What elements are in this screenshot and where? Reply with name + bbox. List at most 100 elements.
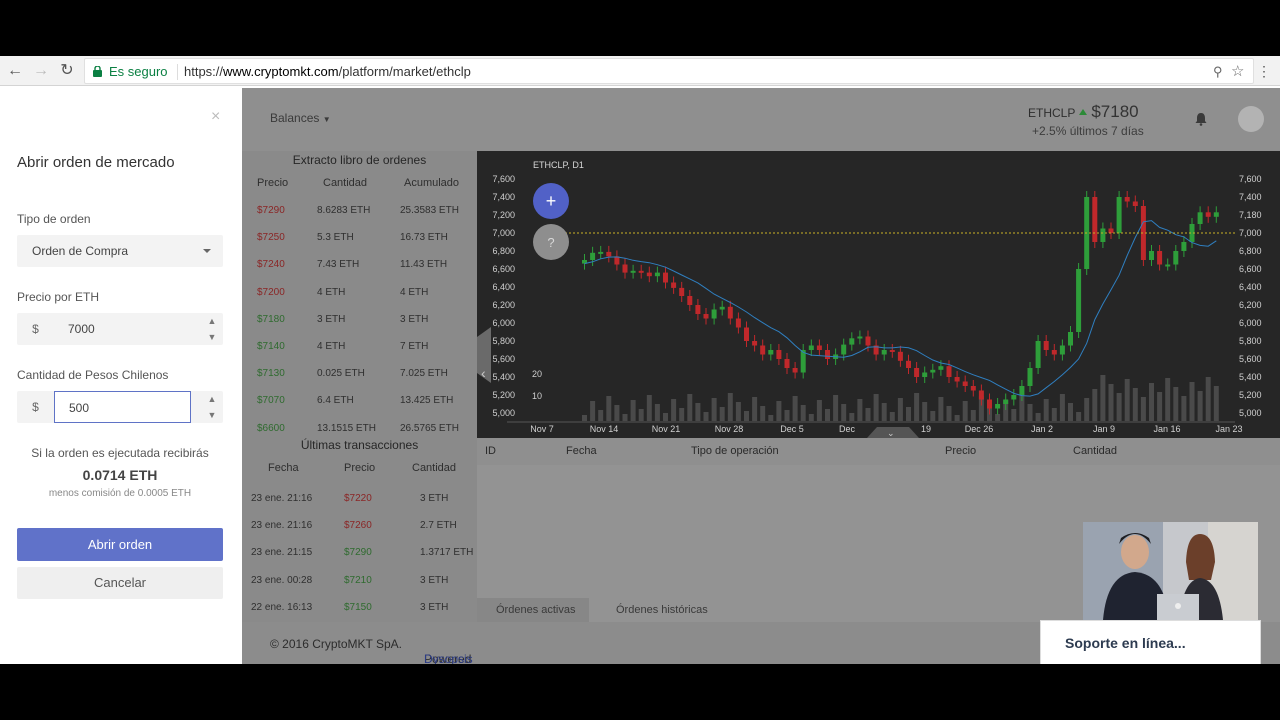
order-book-row[interactable]: $7250 5.3 ETH 16.73 ETH xyxy=(242,224,477,251)
order-type-value: Orden de Compra xyxy=(32,244,129,258)
order-book-row[interactable]: $7140 4 ETH 7 ETH xyxy=(242,333,477,360)
price-label: Precio por ETH xyxy=(17,290,100,304)
order-book-cell-acc: 16.73 ETH xyxy=(400,232,448,244)
chevron-down-icon: ▼ xyxy=(322,115,331,124)
volume-bar xyxy=(1124,379,1130,421)
right-tick-label: 7,180 xyxy=(1239,210,1262,220)
open-order-button[interactable]: Abrir orden xyxy=(17,528,223,561)
volume-bar xyxy=(970,410,976,421)
trades-header-price: Precio xyxy=(344,462,376,474)
copyright: © 2016 CryptoMKT SpA. xyxy=(270,637,403,651)
volume-bar xyxy=(614,405,620,421)
candle xyxy=(646,272,652,277)
volume-bar xyxy=(995,414,1001,421)
volume-bar xyxy=(1027,404,1033,421)
order-book-row[interactable]: $7130 0.025 ETH 7.025 ETH xyxy=(242,360,477,387)
support-video-thumbnail[interactable] xyxy=(1083,522,1258,620)
volume-bar xyxy=(889,412,895,421)
amount-input[interactable]: 500 xyxy=(54,391,191,423)
price-stepper[interactable]: ▲ ▼ xyxy=(201,313,223,345)
volume-bar xyxy=(808,414,814,421)
volume-bar xyxy=(906,407,911,421)
volume-bar xyxy=(687,394,693,421)
video-people-image xyxy=(1083,522,1258,620)
y-tick-label: 6,800 xyxy=(492,246,515,256)
menu-icon[interactable]: ⋮ xyxy=(1254,61,1274,81)
order-book-cell-acc: 4 ETH xyxy=(400,286,429,298)
close-icon[interactable]: × xyxy=(211,108,220,126)
reload-icon[interactable]: ↻ xyxy=(57,61,77,81)
amount-stepper[interactable]: ▲ ▼ xyxy=(201,391,223,423)
panel-title: Abrir orden de mercado xyxy=(17,154,175,171)
candle xyxy=(752,341,758,346)
address-bar[interactable]: Es seguro https://www.cryptomkt.com/plat… xyxy=(84,58,1254,84)
trade-row: 22 ene. 16:13 $7150 3 ETH xyxy=(242,594,477,621)
trade-cell-qty: 3 ETH xyxy=(420,601,449,613)
key-icon[interactable]: ⚲ xyxy=(1213,64,1223,80)
support-chat-button[interactable]: Soporte en línea... xyxy=(1040,620,1261,664)
order-book-header-price: Precio xyxy=(257,177,289,189)
bell-icon[interactable] xyxy=(1194,112,1208,126)
trade-cell-date: 22 ene. 16:13 xyxy=(251,601,313,613)
chevron-left-icon[interactable]: ‹ xyxy=(481,365,486,381)
order-book-row[interactable]: $7200 4 ETH 4 ETH xyxy=(242,279,477,306)
avatar[interactable] xyxy=(1238,106,1264,132)
order-book-row[interactable]: $7290 8.6283 ETH 25.3583 ETH xyxy=(242,197,477,224)
order-type-select[interactable]: Orden de Compra xyxy=(17,235,223,267)
candle xyxy=(784,359,790,368)
trades-header-qty: Cantidad xyxy=(412,462,457,474)
candle xyxy=(849,338,855,345)
trade-cell-price: $7220 xyxy=(344,493,372,504)
volume-bar xyxy=(1173,387,1179,421)
candle xyxy=(978,390,984,400)
candle xyxy=(768,350,774,355)
ticker: ETHCLP $7180 xyxy=(1028,102,1139,122)
right-tick-label: 5,600 xyxy=(1239,354,1262,364)
order-book-row[interactable]: $7180 3 ETH 3 ETH xyxy=(242,306,477,333)
order-book-cell-qty: 13.1515 ETH xyxy=(317,422,376,434)
price-currency-prefix: $ xyxy=(32,322,39,336)
powered-by-link[interactable]: Dysopsis xyxy=(424,652,473,664)
balances-dropdown[interactable]: Balances ▼ xyxy=(270,111,331,125)
order-book-row[interactable]: $7070 6.4 ETH 13.425 ETH xyxy=(242,387,477,414)
cancel-button[interactable]: Cancelar xyxy=(17,567,223,599)
trade-cell-price: $7290 xyxy=(344,547,372,559)
back-icon[interactable]: ← xyxy=(5,61,25,81)
tab-active-orders[interactable]: Órdenes activas xyxy=(496,604,575,616)
price-input[interactable]: 7000 xyxy=(54,313,191,345)
order-type-label: Tipo de orden xyxy=(17,212,91,226)
candle xyxy=(663,272,668,283)
order-book-cell-price: $6600 xyxy=(257,422,285,434)
bookmark-star-icon[interactable]: ☆ xyxy=(1231,62,1244,80)
forward-icon[interactable]: → xyxy=(31,61,51,81)
x-tick-label: Jan 16 xyxy=(1153,424,1180,434)
candle xyxy=(1197,212,1203,224)
chevron-down-icon[interactable]: ⌄ xyxy=(887,428,895,438)
order-book-cell-qty: 7.43 ETH xyxy=(317,259,360,271)
tab-historic-orders[interactable]: Órdenes históricas xyxy=(616,604,708,616)
volume-bar xyxy=(622,414,628,421)
right-tick-label: 6,800 xyxy=(1239,246,1262,256)
moving-average-line xyxy=(584,220,1217,397)
candle xyxy=(970,386,976,391)
candle xyxy=(719,306,725,310)
volume-bar xyxy=(1092,389,1098,421)
volume-tick-label: 10 xyxy=(532,391,542,401)
volume-bar xyxy=(1140,397,1146,421)
volume-bar xyxy=(695,403,701,421)
order-book-row[interactable]: $7240 7.43 ETH 11.43 ETH xyxy=(242,251,477,278)
candle xyxy=(1068,332,1073,346)
right-tick-label: 5,800 xyxy=(1239,336,1262,346)
volume-bar xyxy=(1205,377,1211,421)
candle xyxy=(889,350,895,352)
order-book-cell-acc: 7.025 ETH xyxy=(400,368,448,380)
price-chart[interactable]: ETHCLP, D1 7,600 7,400 7,200 7,000 6,800 6,60… xyxy=(477,151,1280,438)
trade-cell-date: 23 ene. 00:28 xyxy=(251,574,313,586)
y-tick-label: 6,600 xyxy=(492,264,515,274)
trade-row: 23 ene. 21:16 $7260 2.7 ETH xyxy=(242,512,477,539)
trade-cell-price: $7260 xyxy=(344,520,372,532)
trade-row: 23 ene. 00:28 $7210 3 ETH xyxy=(242,567,477,594)
candle xyxy=(987,399,992,409)
candle xyxy=(1173,251,1179,265)
candle xyxy=(1051,350,1057,355)
